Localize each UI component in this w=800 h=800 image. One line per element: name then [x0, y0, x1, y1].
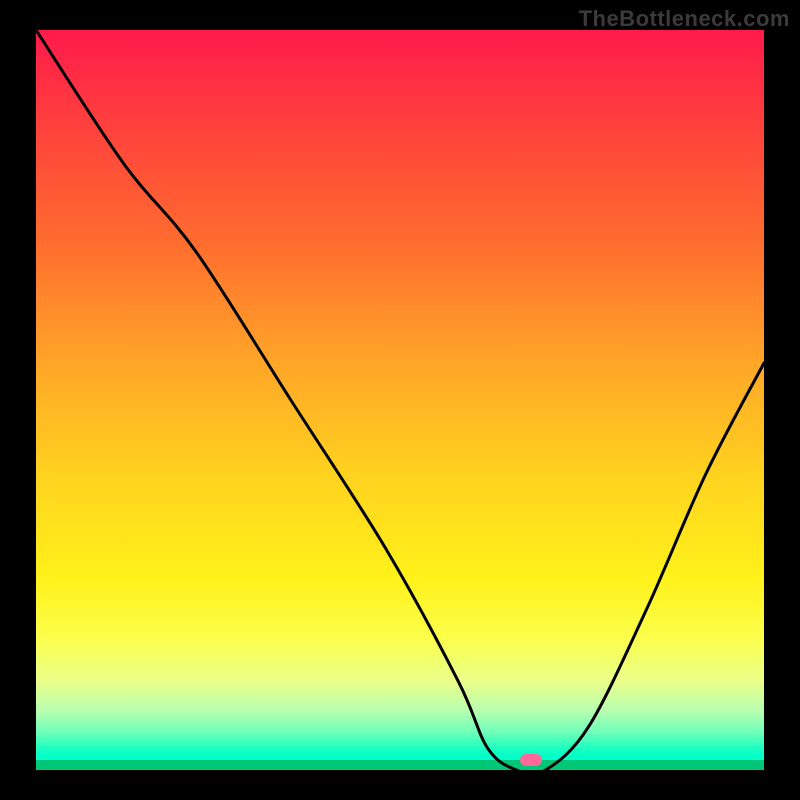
watermark-text: TheBottleneck.com: [579, 6, 790, 32]
minimum-marker: [520, 754, 542, 766]
plot-area: [36, 30, 764, 770]
bottleneck-curve: [36, 30, 764, 770]
chart-frame: TheBottleneck.com: [0, 0, 800, 800]
curve-path: [36, 30, 764, 770]
